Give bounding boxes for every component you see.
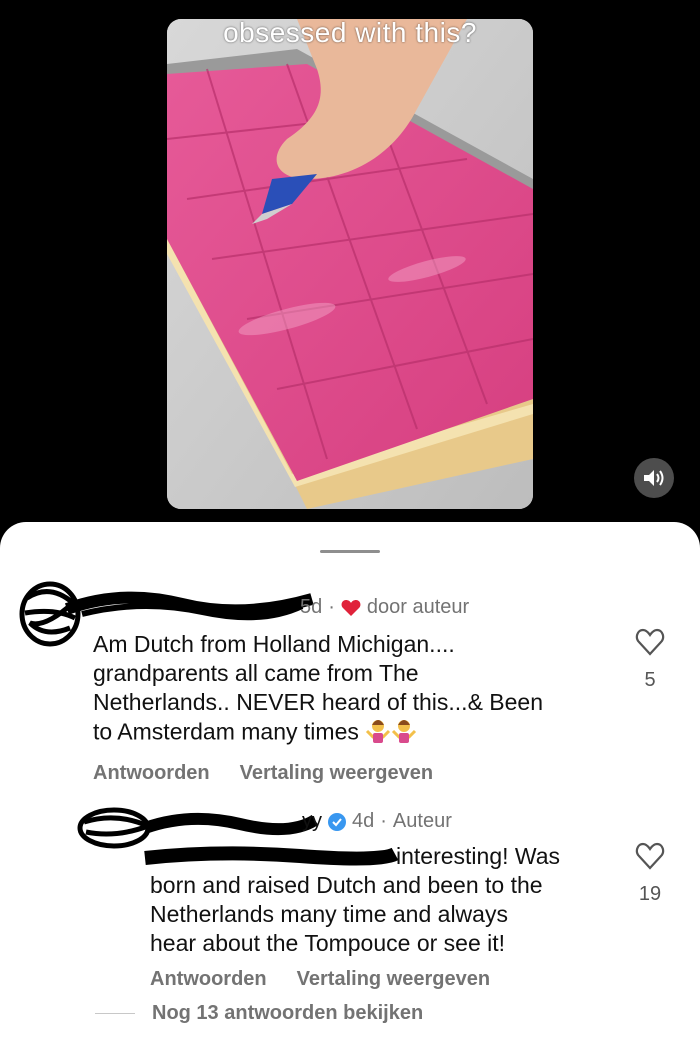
heart-outline-icon[interactable] xyxy=(635,842,665,870)
comment-time: 5d xyxy=(300,596,323,618)
verified-badge-icon xyxy=(328,812,346,831)
heart-outline-icon[interactable] xyxy=(635,628,665,656)
translate-button[interactable]: Vertaling weergeven xyxy=(297,968,490,991)
more-replies-label: Nog 13 antwoorden bekijken xyxy=(152,1002,424,1024)
translate-button[interactable]: Vertaling weergeven xyxy=(240,762,433,785)
comment-actions: Antwoorden Vertaling weergeven xyxy=(150,968,490,991)
speaker-icon xyxy=(644,470,664,486)
divider xyxy=(95,1013,135,1014)
comments-sheet: 5d · door auteur Am Dutch from Holland M… xyxy=(0,522,700,1043)
comment-text: Am Dutch from Holland Michigan.... grand… xyxy=(93,630,613,750)
person-shrugging-icon xyxy=(391,717,417,750)
comment-time: 4d xyxy=(352,810,375,832)
video-frame xyxy=(167,19,533,509)
video-caption: obsessed with this? xyxy=(223,19,477,48)
mute-button[interactable] xyxy=(634,458,674,498)
reply-button[interactable]: Antwoorden xyxy=(93,762,210,785)
reply-button[interactable]: Antwoorden xyxy=(150,968,267,991)
redacted-username xyxy=(142,812,319,836)
like-count: 5 xyxy=(644,669,656,691)
heart-filled-icon xyxy=(341,599,361,616)
person-shrugging-icon xyxy=(365,717,391,750)
view-more-replies-button[interactable]: Nog 13 antwoorden bekijken xyxy=(95,1002,423,1025)
like-count: 19 xyxy=(638,883,662,905)
like-control: 19 xyxy=(630,842,670,906)
author-label: Auteur xyxy=(392,810,452,832)
comment-text: interesting! Was born and raised Dutch a… xyxy=(150,843,561,956)
like-control: 5 xyxy=(630,628,670,692)
comment-meta: 5d · door auteur xyxy=(300,596,470,618)
drag-handle[interactable] xyxy=(320,550,380,553)
comment-meta: yy 4d · Auteur xyxy=(302,810,452,832)
video-player[interactable]: obsessed with this? xyxy=(167,19,533,509)
username-tail: yy xyxy=(302,810,322,832)
liked-by-author-label: door auteur xyxy=(366,596,470,618)
redacted-username xyxy=(64,591,314,621)
comment-actions: Antwoorden Vertaling weergeven xyxy=(93,762,433,785)
